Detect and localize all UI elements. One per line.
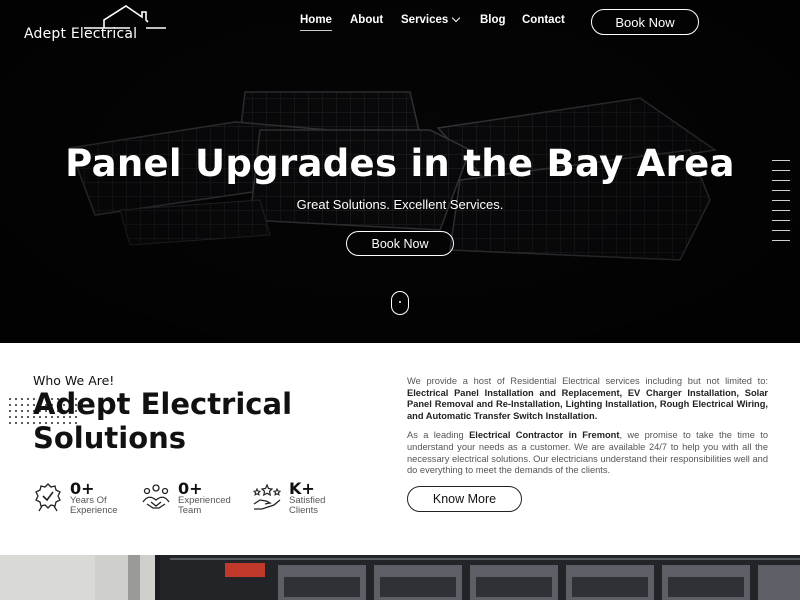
book-now-header-button[interactable]: Book Now (591, 9, 699, 35)
slider-tick[interactable] (772, 230, 790, 231)
stat-years: 0+ Years Of Experience (33, 479, 133, 519)
stat-clients-label: Satisfied Clients (289, 495, 326, 516)
team-handshake-icon (142, 484, 170, 509)
about-contractor-link: Electrical Contractor in Fremont (469, 430, 620, 441)
about-intro-text: We provide a host of Residential Electri… (407, 376, 768, 386)
nav-home[interactable]: Home (300, 14, 332, 31)
about-paragraph-services: We provide a host of Residential Electri… (407, 376, 768, 422)
slider-tick[interactable] (772, 240, 790, 241)
about-paragraph-contractor: As a leading Electrical Contractor in Fr… (407, 430, 768, 476)
chevron-down-icon (452, 13, 461, 23)
hero-section: Adept Electrical Home About Services Blo… (0, 0, 800, 343)
stat-years-label: Years Of Experience (70, 495, 118, 516)
hand-stars-icon (252, 483, 282, 510)
about-contractor-pre: As a leading (407, 430, 464, 441)
nav-services[interactable]: Services (401, 13, 461, 26)
nav-contact[interactable]: Contact (522, 14, 565, 26)
hero-subtitle: Great Solutions. Excellent Services. (296, 197, 504, 212)
award-badge-icon (35, 483, 61, 512)
stat-clients: K+ Satisfied Clients (252, 479, 352, 519)
slider-tick[interactable] (772, 220, 790, 221)
slider-tick[interactable] (772, 200, 790, 201)
slider-tick[interactable] (772, 210, 790, 211)
stat-team: 0+ Experienced Team (141, 479, 241, 519)
brand-logo[interactable]: Adept Electrical (24, 4, 166, 44)
about-description: We provide a host of Residential Electri… (407, 376, 768, 477)
about-eyebrow: Who We Are! (33, 373, 115, 388)
slider-tick[interactable] (772, 180, 790, 181)
about-title: Adept Electrical Solutions (33, 387, 293, 455)
slider-tick[interactable] (772, 190, 790, 191)
nav-blog[interactable]: Blog (480, 14, 506, 26)
about-services-list: Electrical Panel Installation and Replac… (407, 387, 768, 421)
nav-services-label: Services (401, 14, 449, 26)
slider-tick[interactable] (772, 160, 790, 161)
electrical-panel-photo (0, 555, 800, 600)
hero-title: Panel Upgrades in the Bay Area (65, 142, 735, 185)
brand-name: Adept Electrical (24, 26, 138, 42)
slider-pagination[interactable] (772, 160, 790, 245)
nav-about[interactable]: About (350, 14, 383, 26)
know-more-button[interactable]: Know More (407, 486, 522, 512)
stat-team-label: Experienced Team (178, 495, 231, 516)
book-now-hero-button[interactable]: Book Now (346, 231, 454, 256)
scroll-down-indicator[interactable] (391, 291, 409, 315)
slider-tick[interactable] (772, 170, 790, 171)
